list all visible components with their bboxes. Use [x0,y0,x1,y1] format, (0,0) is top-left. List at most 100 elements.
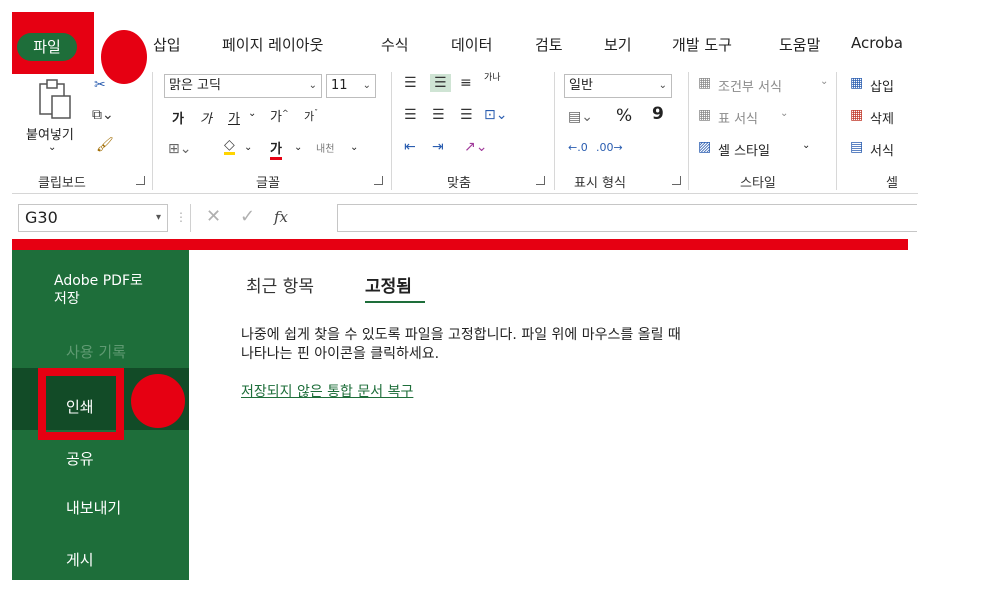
cell-style-button[interactable]: 셀 스타일 [718,140,770,159]
increase-decimal-icon[interactable]: ←.0 [568,142,588,153]
paste-button[interactable]: 붙여넣기 [26,124,74,143]
border-icon[interactable]: ⊞⌄ [168,142,191,156]
styles-group-label: 스타일 [740,176,776,191]
tab-developer[interactable]: 개발 도구 [672,34,732,55]
group-divider [391,72,392,190]
font-size-select[interactable]: 11 ⌄ [326,74,376,98]
phonetic-button[interactable]: 내천 [316,140,334,155]
cancel-icon[interactable]: ✕ [206,206,221,227]
enter-check-icon[interactable]: ✓ [240,206,255,227]
conditional-format-button[interactable]: 조건부 서식 [718,76,782,95]
clipboard-group-label: 클립보드 [38,176,86,191]
font-color-button[interactable]: 가 [270,138,282,160]
align-center-icon[interactable]: ☰ [432,108,445,122]
delete-cells-icon[interactable]: ▦ [850,108,863,122]
format-cells-button[interactable]: 서식 [870,140,894,159]
insert-cells-icon[interactable]: ▦ [850,76,863,90]
table-format-icon[interactable]: ▦ [698,108,711,122]
copy-icon[interactable]: ⧉⌄ [92,108,114,122]
name-box-value: G30 [25,208,58,227]
alignment-launcher-icon[interactable] [536,176,545,185]
decrease-indent-icon[interactable]: ⇤ [404,140,416,154]
cell-style-icon[interactable]: ▨ [698,140,711,154]
font-size-value: 11 [331,78,348,93]
paste-dropdown-icon[interactable]: ⌄ [48,142,56,153]
align-bottom-icon[interactable]: ≡ [460,76,472,90]
table-format-button[interactable]: 표 서식 [718,108,758,127]
align-right-icon[interactable]: ☰ [460,108,473,122]
clipboard-launcher-icon[interactable] [136,176,145,185]
fill-color-icon[interactable]: ◇ [224,138,235,155]
annotation-dot [131,374,185,428]
divider [190,204,191,232]
group-divider [554,72,555,190]
align-top-icon[interactable]: ☰ [404,76,417,90]
ribbon-tab-bar: 파일 삽입 페이지 레이아웃 수식 데이터 검토 보기 개발 도구 도움말 Ac… [0,0,918,84]
tab-page-layout[interactable]: 페이지 레이아웃 [222,34,323,55]
bold-button[interactable]: 가 [172,108,184,127]
pinned-info-text: 나중에 쉽게 찾을 수 있도록 파일을 고정합니다. 파일 위에 마우스를 올릴… [241,327,681,362]
name-box[interactable]: G30 ▾ [18,204,168,232]
align-middle-icon[interactable]: ☰ [430,74,451,92]
sidebar-item-save-pdf[interactable]: Adobe PDF로 저장 [54,272,143,308]
insert-function-button[interactable]: fx [274,208,288,226]
increase-indent-icon[interactable]: ⇥ [432,140,444,154]
underline-dropdown-icon[interactable]: ⌄ [248,108,256,119]
orientation-icon[interactable]: ↗⌄ [464,140,487,154]
italic-button[interactable]: 가 [200,108,212,127]
chevron-down-icon: ⌄ [820,76,829,87]
shrink-font-button[interactable]: 가ˇ [304,108,318,124]
shrink-font-label: 가 [304,110,315,123]
delete-cells-button[interactable]: 삭제 [870,108,894,127]
group-divider [152,72,153,190]
comma-button[interactable]: 9 [652,104,664,124]
tab-recent[interactable]: 최근 항목 [246,272,314,297]
insert-cells-button[interactable]: 삽입 [870,76,894,95]
number-launcher-icon[interactable] [672,176,681,185]
phonetic-dropdown-icon[interactable]: ⌄ [350,142,358,153]
font-name-select[interactable]: 맑은 고딕 ⌄ [164,74,322,98]
chevron-down-icon: ⌄ [802,140,811,151]
conditional-format-icon[interactable]: ▦ [698,76,711,90]
group-divider [688,72,689,190]
tab-file[interactable]: 파일 [17,33,77,61]
sidebar-item-export[interactable]: 내보내기 [66,497,121,518]
font-launcher-icon[interactable] [374,176,383,185]
fill-color-dropdown-icon[interactable]: ⌄ [244,142,252,153]
paste-icon[interactable] [36,76,74,122]
tab-pinned[interactable]: 고정됨 [365,272,412,297]
formula-input[interactable] [337,204,917,232]
save-pdf-line1: Adobe PDF로 [54,273,143,289]
tab-acrobat[interactable]: Acroba [851,34,918,52]
decrease-decimal-icon[interactable]: .00→ [596,142,623,153]
wrap-text-button[interactable]: 가나 [484,74,501,83]
recover-unsaved-link[interactable]: 저장되지 않은 통합 문서 복구 [241,381,413,401]
font-group-label: 글꼴 [256,176,280,191]
chevron-down-icon: ⌄ [780,108,789,119]
formula-bar-grip-icon: ⋮ [175,210,187,224]
alignment-group-label: 맞춤 [447,176,471,191]
grow-font-button[interactable]: 가^ [270,106,289,125]
accounting-format-icon[interactable]: ▤⌄ [568,110,593,124]
sidebar-item-publish[interactable]: 게시 [66,549,94,570]
merge-center-icon[interactable]: ⊡⌄ [484,108,507,122]
tab-formulas[interactable]: 수식 [381,34,409,55]
format-painter-icon[interactable]: 🖌 [96,138,114,152]
tab-help[interactable]: 도움말 [779,34,820,55]
number-format-select[interactable]: 일반 ⌄ [564,74,672,98]
tab-review[interactable]: 검토 [535,34,563,55]
percent-button[interactable]: % [616,106,632,126]
chevron-down-icon: ⌄ [362,80,371,91]
underline-button[interactable]: 가 [228,108,240,127]
tab-data[interactable]: 데이터 [451,34,492,55]
tab-view[interactable]: 보기 [604,34,632,55]
annotation-red-box [38,368,124,440]
cells-group-label: 셀 [886,176,898,191]
font-color-dropdown-icon[interactable]: ⌄ [294,142,302,153]
align-left-icon[interactable]: ☰ [404,108,417,122]
cut-icon[interactable]: ✂ [94,78,106,92]
sidebar-item-share[interactable]: 공유 [66,448,94,469]
format-cells-icon[interactable]: ▤ [850,140,863,154]
tab-insert[interactable]: 삽입 [153,34,181,55]
sidebar-item-history[interactable]: 사용 기록 [66,341,126,362]
